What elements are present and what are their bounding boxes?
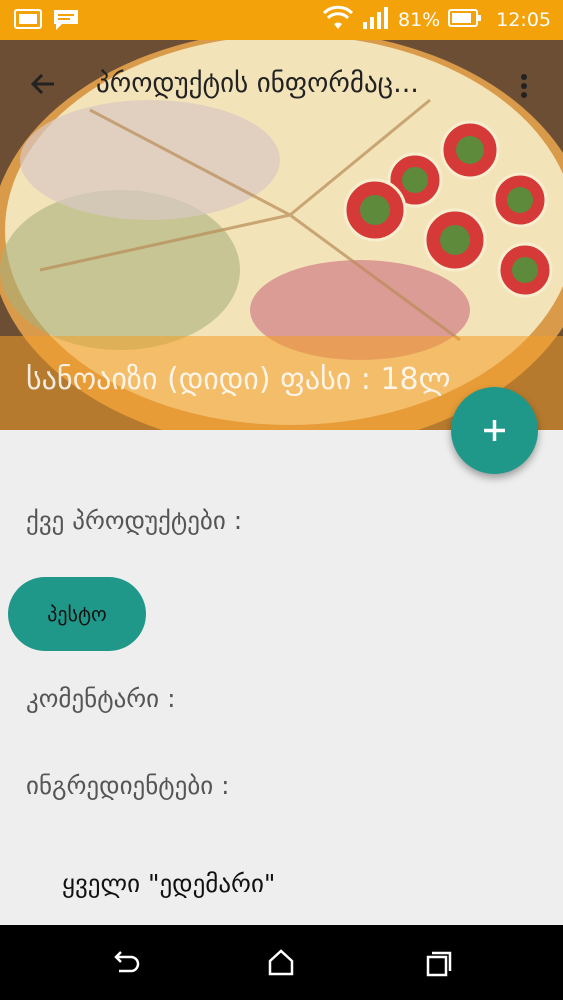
app-toolbar: პროდუქტის ინფორმაც... — [0, 40, 563, 128]
ingredient-item: ყველი "ედემარი" — [62, 869, 276, 898]
back-icon[interactable] — [107, 945, 143, 981]
toolbar-title: პროდუქტის ინფორმაც... — [96, 68, 419, 99]
more-vert-icon[interactable] — [512, 66, 536, 106]
back-arrow-icon[interactable] — [24, 64, 64, 104]
add-fab-button[interactable] — [451, 387, 538, 474]
sub-product-chip[interactable]: პესტო — [8, 577, 146, 651]
clock: 12:05 — [496, 9, 551, 31]
gallery-notification-icon — [14, 8, 42, 30]
recents-icon[interactable] — [420, 945, 456, 981]
message-notification-icon — [52, 8, 80, 30]
ingredients-label: ინგრედიენტები : — [26, 771, 230, 800]
status-bar: 81% 12:05 — [0, 0, 563, 40]
system-nav-bar — [0, 925, 563, 1000]
sub-products-label: ქვე პროდუქტები : — [26, 506, 243, 535]
plus-icon — [484, 420, 505, 441]
battery-percent: 81% — [398, 9, 441, 31]
home-icon[interactable] — [263, 945, 299, 981]
chip-label: პესტო — [47, 602, 107, 626]
battery-icon — [448, 8, 482, 33]
comment-label: კომენტარი : — [26, 684, 176, 713]
wifi-icon — [322, 5, 354, 36]
signal-icon — [362, 6, 390, 35]
price-text: სანოაიზი (დიდი) ფასი : 18ლ — [26, 362, 451, 397]
